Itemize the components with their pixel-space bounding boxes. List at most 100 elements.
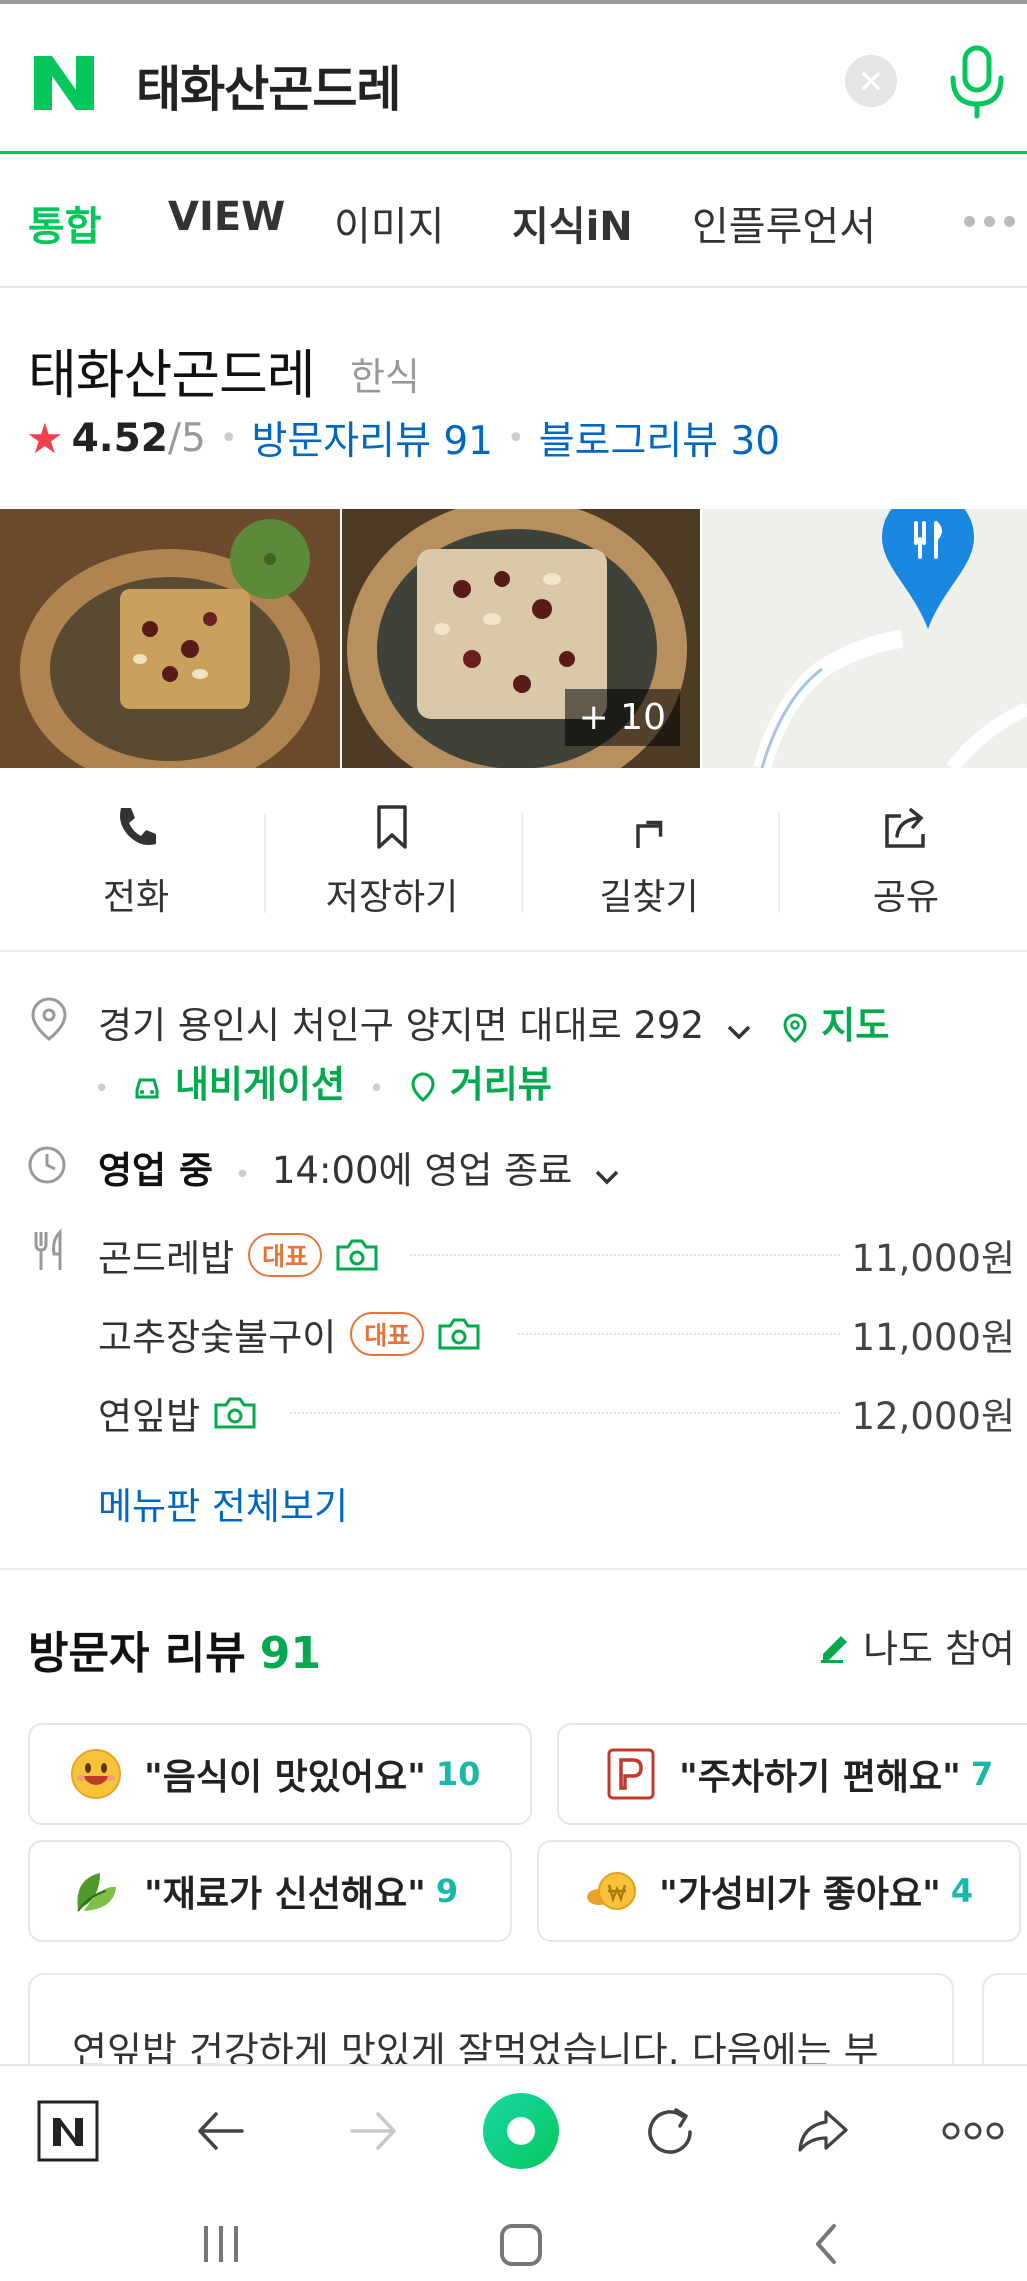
chevron-down-icon[interactable] bbox=[592, 1158, 622, 1188]
keyword-text: "음식이 맛있어요" bbox=[144, 1757, 426, 1798]
business-status: 영업 중 bbox=[98, 1149, 214, 1192]
mic-icon[interactable] bbox=[945, 44, 1009, 120]
blog-reviews-link[interactable]: 블로그리뷰 30 bbox=[539, 410, 780, 466]
action-label: 저장하기 bbox=[325, 877, 459, 918]
action-label: 공유 bbox=[872, 877, 940, 918]
keyword-text: "가성비가 좋아요" bbox=[659, 1874, 941, 1915]
section-divider bbox=[0, 1568, 1027, 1570]
menu-item[interactable]: 고추장숯불구이 대표 bbox=[98, 1307, 482, 1361]
price-leader-line bbox=[290, 1412, 840, 1414]
map-image bbox=[702, 509, 1027, 768]
car-icon bbox=[135, 1078, 159, 1098]
coin-icon bbox=[587, 1872, 636, 1910]
address-text[interactable]: 경기 용인시 처인구 양지면 대대로 292 bbox=[98, 1004, 704, 1047]
menu-item-price: 11,000원 bbox=[851, 1316, 1015, 1359]
tab-influencer[interactable]: 인플루언서 bbox=[692, 194, 876, 252]
directions-button[interactable]: 길찾기 bbox=[521, 768, 777, 952]
more-options-icon[interactable] bbox=[938, 2096, 1008, 2166]
separator-dot: • bbox=[506, 420, 525, 456]
naver-home-icon[interactable] bbox=[33, 2096, 103, 2166]
keyword-count: 9 bbox=[435, 1872, 459, 1910]
food-photo-1[interactable] bbox=[0, 509, 340, 768]
photo-strip: + 10 bbox=[0, 509, 1027, 768]
keyword-count: 4 bbox=[950, 1872, 974, 1910]
keyword-text: "재료가 신선해요" bbox=[144, 1874, 426, 1915]
fork-knife-icon bbox=[34, 1228, 62, 1270]
map-link-label: 지도 bbox=[821, 1004, 890, 1047]
tab-view[interactable]: VIEW bbox=[168, 194, 285, 240]
home-nav-icon[interactable] bbox=[496, 2220, 546, 2268]
signature-badge: 대표 bbox=[350, 1312, 425, 1356]
menu-item-name: 연잎밥 bbox=[98, 1395, 201, 1438]
chevron-down-icon[interactable] bbox=[724, 1013, 754, 1043]
camera-icon[interactable] bbox=[334, 1238, 380, 1272]
separator-dot: • bbox=[234, 1160, 251, 1190]
hours-row[interactable]: 영업 중 • 14:00에 영업 종료 bbox=[98, 1140, 622, 1194]
write-review-button[interactable]: 나도 참여 bbox=[817, 1618, 1015, 1673]
review-keyword-chip[interactable]: "가성비가 좋아요" 4 bbox=[537, 1840, 1021, 1942]
map-pin-icon bbox=[783, 1012, 807, 1043]
write-review-label: 나도 참여 bbox=[863, 1627, 1015, 1671]
menu-item[interactable]: 연잎밥 bbox=[98, 1386, 258, 1440]
close-icon bbox=[862, 72, 880, 90]
share-button[interactable]: 공유 bbox=[778, 768, 1027, 952]
closing-time: 14:00에 영업 종료 bbox=[271, 1149, 573, 1192]
camera-icon[interactable] bbox=[436, 1317, 482, 1351]
review-keyword-chip[interactable]: "음식이 맛있어요" 10 bbox=[28, 1723, 532, 1825]
place-name[interactable]: 태화산곤드레 bbox=[28, 333, 316, 409]
photo-more-count[interactable]: + 10 bbox=[564, 689, 680, 746]
rating-score: 4.52 bbox=[71, 415, 168, 461]
forward-icon[interactable] bbox=[338, 2096, 408, 2166]
tab-integrated[interactable]: 통합 bbox=[28, 194, 102, 252]
place-category: 한식 bbox=[350, 355, 420, 399]
visitor-review-count: 91 bbox=[259, 1628, 321, 1679]
menu-item-name: 고추장숯불구이 bbox=[98, 1316, 337, 1359]
review-keyword-chip[interactable]: "재료가 신선해요" 9 bbox=[28, 1840, 512, 1942]
save-button[interactable]: 저장하기 bbox=[264, 768, 520, 952]
location-pin-icon bbox=[31, 997, 67, 1041]
rating-row: ★ 4.52 /5 • 방문자리뷰 91 • 블로그리뷰 30 bbox=[26, 410, 780, 466]
rating-max: /5 bbox=[167, 415, 206, 461]
phone-icon bbox=[120, 808, 156, 845]
action-label: 전화 bbox=[102, 877, 170, 918]
search-query[interactable]: 태화산곤드레 bbox=[136, 50, 401, 121]
share-icon bbox=[885, 808, 925, 848]
navigation-link[interactable]: 내비게이션 bbox=[131, 1063, 357, 1106]
address-links-row: • 내비게이션 • 거리뷰 bbox=[94, 1054, 552, 1108]
visitor-review-title: 방문자 리뷰 91 bbox=[28, 1617, 321, 1681]
menu-item-price: 11,000원 bbox=[851, 1237, 1015, 1280]
directions-icon bbox=[636, 820, 663, 848]
share-forward-icon[interactable] bbox=[788, 2096, 858, 2166]
call-button[interactable]: 전화 bbox=[8, 768, 264, 952]
streetview-link[interactable]: 거리뷰 bbox=[408, 1063, 552, 1106]
visitor-reviews-link[interactable]: 방문자리뷰 91 bbox=[252, 410, 493, 466]
recent-apps-icon[interactable] bbox=[196, 2222, 246, 2266]
map-link[interactable]: 지도 bbox=[780, 1004, 890, 1047]
back-nav-icon[interactable] bbox=[806, 2220, 846, 2268]
action-row: 전화 저장하기 길찾기 공유 bbox=[0, 768, 1027, 952]
food-photo-2[interactable]: + 10 bbox=[342, 509, 700, 768]
signature-badge: 대표 bbox=[248, 1233, 323, 1277]
clear-search-button[interactable] bbox=[845, 55, 897, 107]
tab-images[interactable]: 이미지 bbox=[334, 194, 444, 252]
keyword-count: 7 bbox=[970, 1755, 994, 1793]
camera-icon[interactable] bbox=[212, 1396, 258, 1430]
browser-toolbar bbox=[0, 2064, 1027, 2200]
back-icon[interactable] bbox=[186, 2096, 256, 2166]
refresh-icon[interactable] bbox=[636, 2096, 706, 2166]
view-full-menu-link[interactable]: 메뉴판 전체보기 bbox=[98, 1476, 348, 1530]
streetview-link-label: 거리뷰 bbox=[449, 1063, 552, 1106]
map-thumbnail[interactable] bbox=[702, 509, 1027, 768]
green-dot-icon[interactable] bbox=[480, 2090, 562, 2172]
tab-kin[interactable]: 지식iN bbox=[512, 194, 633, 252]
pencil-icon bbox=[821, 1635, 848, 1663]
review-keyword-chip[interactable]: "주차하기 편해요" 7 bbox=[557, 1723, 1027, 1825]
tabs-more-icon[interactable] bbox=[964, 216, 1015, 227]
price-leader-line bbox=[518, 1333, 840, 1335]
address-row: 경기 용인시 처인구 양지면 대대로 292 지도 bbox=[98, 995, 889, 1049]
naver-logo-icon[interactable] bbox=[30, 52, 98, 114]
menu-item[interactable]: 곤드레밥 대표 bbox=[98, 1228, 380, 1282]
search-bar: 태화산곤드레 bbox=[0, 0, 1027, 154]
menu-item-price: 12,000원 bbox=[851, 1395, 1015, 1438]
keyword-text: "주차하기 편해요" bbox=[679, 1757, 961, 1798]
